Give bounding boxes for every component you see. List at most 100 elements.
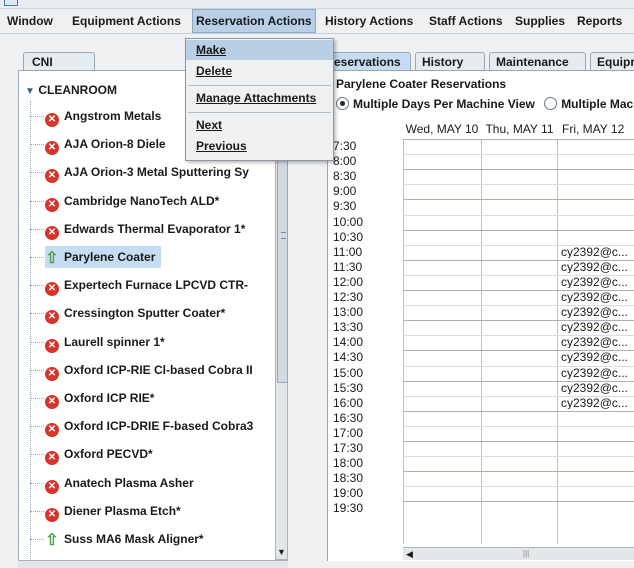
grid-line xyxy=(403,229,634,231)
reservation-cell[interactable]: cy2392@c... xyxy=(561,277,634,288)
day-header-fri[interactable]: Fri, MAY 12 xyxy=(558,119,634,139)
tree-connector xyxy=(30,172,44,174)
schedule-horizontal-scrollbar[interactable]: ◀ ||| xyxy=(403,547,634,560)
tree-connector xyxy=(30,341,44,343)
tree-item[interactable]: ✕ Laurell spinner 1* xyxy=(45,331,171,353)
time-label: 8:30 xyxy=(333,169,357,184)
day-header-wed[interactable]: Wed, MAY 10 xyxy=(403,119,481,139)
reservation-cell[interactable]: cy2392@c... xyxy=(561,337,634,348)
collapse-toggle-icon[interactable]: ▼ xyxy=(25,86,35,97)
reservation-cell[interactable]: cy2392@c... xyxy=(561,383,634,394)
status-down-x-icon: ✕ xyxy=(45,507,59,522)
tree-item[interactable]: ✕ AJA Orion-8 Diele xyxy=(45,133,172,156)
grid-line xyxy=(403,320,634,322)
time-label: 8:00 xyxy=(333,154,357,169)
radio-multiple-machines[interactable]: Multiple Mac xyxy=(544,97,633,111)
menu-window[interactable]: Window xyxy=(4,9,56,33)
reservation-cell[interactable]: cy2392@c... xyxy=(561,322,634,333)
tree-item-label: Anatech Plasma Asher xyxy=(64,475,194,490)
tree-connector xyxy=(30,116,44,117)
tab-equipment[interactable]: Equipr xyxy=(590,52,634,70)
grid-line xyxy=(403,501,634,503)
status-down-x-icon: ✕ xyxy=(45,479,59,494)
tree-connector xyxy=(30,285,44,287)
grid-line xyxy=(403,214,634,216)
grid-line xyxy=(403,305,634,307)
tree-item[interactable]: ✕ Cressington Sputter Coater* xyxy=(45,302,231,325)
time-label: 10:00 xyxy=(333,214,364,229)
radio-button-icon[interactable] xyxy=(336,97,349,110)
menu-item-manage-attachments[interactable]: Manage Attachments xyxy=(186,88,333,108)
grid-line xyxy=(403,169,634,171)
grid-line xyxy=(403,395,634,397)
menu-staff-actions[interactable]: Staff Actions xyxy=(426,9,506,33)
tree-item-label: Cressington Sputter Coater* xyxy=(64,306,226,321)
tree-connector xyxy=(30,426,44,428)
tree-item[interactable]: ⇧ Suss MA6 Mask Aligner* xyxy=(45,528,210,550)
tree-item[interactable]: ✕ AJA Orion-3 Metal Sputtering Sy xyxy=(45,161,255,184)
tree-item[interactable]: ✕ Oxford ICP-RIE Cl-based Cobra II xyxy=(45,359,259,381)
day-header-thu[interactable]: Thu, MAY 11 xyxy=(482,119,557,139)
tree-item-label: Parylene Coater xyxy=(64,250,156,264)
time-label: 19:30 xyxy=(333,501,364,516)
time-label: 10:30 xyxy=(333,229,364,244)
grid-line xyxy=(403,154,634,156)
menu-equipment-actions[interactable]: Equipment Actions xyxy=(69,9,184,33)
reservation-cell[interactable]: cy2392@c... xyxy=(561,352,634,363)
tree-connector xyxy=(30,200,44,202)
grid-line xyxy=(403,365,634,367)
menu-item-next-label: Next xyxy=(196,118,223,132)
menu-supplies[interactable]: Supplies xyxy=(512,9,568,33)
tab-reservations[interactable]: eservations xyxy=(327,52,411,70)
tree-item-label: Laurell spinner 1* xyxy=(64,334,165,349)
tree-item-label: Oxford PECVD* xyxy=(64,447,153,462)
reservations-title: Parylene Coater Reservations xyxy=(336,77,507,91)
time-label: 9:30 xyxy=(333,199,357,214)
tab-history[interactable]: History xyxy=(415,52,485,70)
tree-connector xyxy=(30,539,44,540)
menu-reservation-actions[interactable]: Reservation Actions xyxy=(192,9,316,33)
scroll-left-arrow-icon[interactable]: ◀ xyxy=(406,548,413,560)
tree-item-label: Oxford ICP-DRIE F-based Cobra3 xyxy=(64,419,254,434)
tab-maintenance[interactable]: Maintenance xyxy=(489,52,586,70)
tree-item-label: AJA Orion-3 Metal Sputtering Sy xyxy=(64,165,249,180)
time-label: 7:30 xyxy=(333,139,357,153)
tree-item[interactable]: ✕ Oxford ICP-DRIE F-based Cobra3 xyxy=(45,415,259,438)
reservation-cell[interactable]: cy2392@c... xyxy=(561,292,634,303)
tree-item[interactable]: ✕ Oxford PECVD* xyxy=(45,443,159,466)
reservation-cell[interactable]: cy2392@c... xyxy=(561,307,634,318)
tree-item-label: Angstrom Metals xyxy=(64,109,162,123)
tree-item-label: Oxford ICP RIE* xyxy=(64,391,155,405)
tree-item[interactable]: ⇧ Parylene Coater xyxy=(45,246,162,268)
scroll-down-arrow-icon[interactable]: ▼ xyxy=(277,548,286,557)
tree-connector xyxy=(30,482,44,484)
status-down-x-icon: ✕ xyxy=(45,310,59,325)
reservation-cell[interactable]: cy2392@c... xyxy=(561,247,634,258)
tree-item[interactable]: ✕ Angstrom Metals xyxy=(45,105,167,127)
reservation-cell[interactable]: cy2392@c... xyxy=(561,262,634,273)
tree-item-label: Suss MA6 Mask Aligner* xyxy=(64,532,204,546)
tree-item[interactable]: ✕ Diener Plasma Etch* xyxy=(45,500,187,522)
menu-item-delete[interactable]: Delete xyxy=(186,61,333,81)
menu-item-previous[interactable]: Previous xyxy=(186,136,333,156)
tree-item[interactable]: ✕ Anatech Plasma Asher xyxy=(45,472,200,494)
radio-button-icon[interactable] xyxy=(544,97,558,110)
reservation-cell[interactable]: cy2392@c... xyxy=(561,398,634,409)
tree-item[interactable]: ✕ Edwards Thermal Evaporator 1* xyxy=(45,218,251,240)
menu-history-actions[interactable]: History Actions xyxy=(322,9,416,33)
tree-root-cleanroom[interactable]: ▼ CLEANROOM xyxy=(25,83,117,97)
reservation-cell[interactable]: cy2392@c... xyxy=(561,368,634,379)
menu-reports[interactable]: Reports xyxy=(574,9,625,33)
grid-line xyxy=(403,259,634,261)
tree-item[interactable]: ✕ Cambridge NanoTech ALD* xyxy=(45,190,225,212)
radio-multiple-days[interactable]: Multiple Days Per Machine View xyxy=(336,97,535,111)
tree-item[interactable]: ✕ Expertech Furnace LPCVD CTR- xyxy=(45,274,254,297)
menu-item-make[interactable]: Make xyxy=(186,40,333,60)
grid-line xyxy=(403,380,634,382)
tab-cni[interactable]: CNI xyxy=(23,52,95,70)
menu-item-manage-attachments-label: Manage Attachments xyxy=(196,91,317,105)
menu-item-make-label: Make xyxy=(196,43,227,57)
menu-item-next[interactable]: Next xyxy=(186,115,333,135)
status-down-x-icon: ✕ xyxy=(45,366,59,381)
tree-item[interactable]: ✕ Oxford ICP RIE* xyxy=(45,387,160,409)
